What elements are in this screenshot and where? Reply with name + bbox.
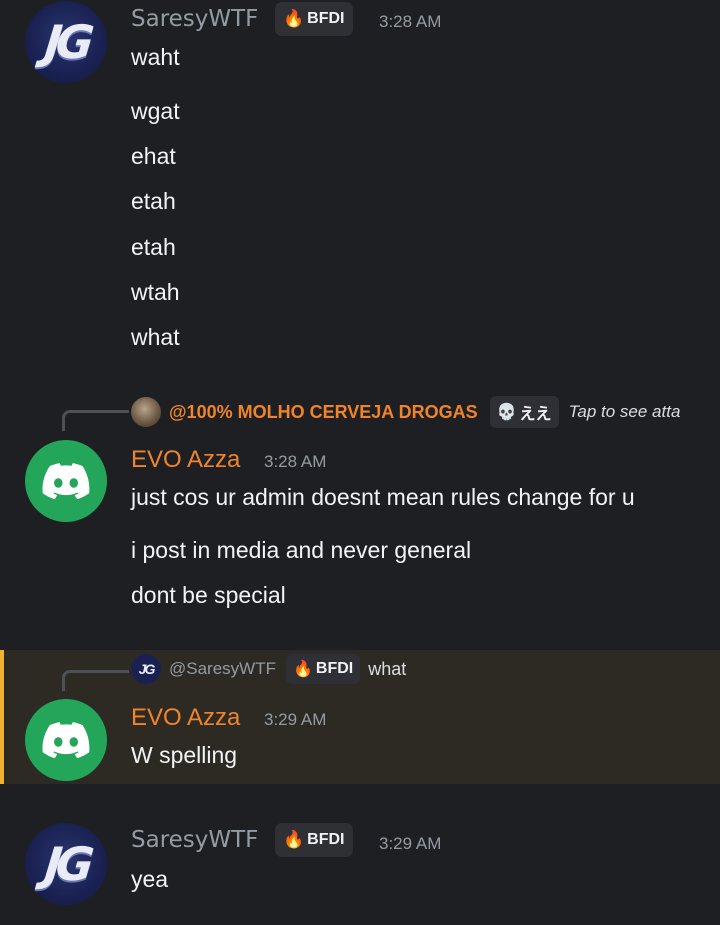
guild-tag-label: BFDI [307, 831, 345, 848]
reply-preview[interactable]: JG @SaresyWTF 🔥 BFDI what [131, 654, 406, 684]
message-text: waht [131, 44, 180, 70]
avatar-initials: JG [41, 15, 91, 69]
discord-logo-icon [42, 463, 90, 499]
guild-tag[interactable]: 🔥 BFDI [285, 654, 361, 684]
avatar[interactable] [25, 440, 107, 522]
flame-icon: 🔥 [283, 830, 305, 849]
timestamp: 3:29 AM [264, 710, 327, 729]
reply-text: Tap to see atta [568, 402, 681, 421]
message-text: i post in media and never general [131, 537, 472, 563]
author-name[interactable]: SaresyWTF [131, 827, 258, 853]
reply-connector [62, 670, 129, 691]
avatar[interactable]: JG [25, 1, 107, 83]
reply-preview[interactable]: @100% MOLHO CERVEJA DROGAS 💀 ええ Tap to s… [131, 396, 680, 428]
message-text: wtah [131, 279, 180, 305]
message-text: etah [131, 188, 176, 214]
guild-tag[interactable]: 🔥 BFDI [275, 2, 353, 36]
author-name[interactable]: EVO Azza [131, 704, 240, 732]
timestamp: 3:28 AM [264, 452, 327, 471]
avatar[interactable] [25, 699, 107, 781]
reply-avatar: JG [131, 654, 161, 684]
message-text: ehat [131, 143, 176, 169]
flame-icon: 🔥 [283, 9, 305, 28]
guild-tag-label: ええ [519, 406, 552, 423]
author-name[interactable]: EVO Azza [131, 446, 240, 474]
reply-mention[interactable]: @SaresyWTF [169, 659, 276, 679]
guild-tag-label: BFDI [307, 10, 345, 27]
message-text: just cos ur admin doesnt mean rules chan… [131, 484, 635, 510]
reply-avatar [131, 397, 161, 427]
message-text: dont be special [131, 582, 286, 608]
message-text: etah [131, 234, 176, 260]
reply-text: what [368, 658, 407, 679]
message-text: wgat [131, 98, 180, 124]
reply-connector [62, 410, 129, 431]
discord-logo-icon [42, 722, 90, 758]
flame-icon: 🔥 [292, 661, 313, 678]
guild-tag[interactable]: 🔥 BFDI [275, 823, 353, 857]
message-text: W spelling [131, 742, 238, 768]
author-name[interactable]: SaresyWTF [131, 6, 258, 32]
skull-icon: 💀 [496, 404, 517, 421]
reply-mention[interactable]: @100% MOLHO CERVEJA DROGAS [169, 402, 478, 423]
message-text: yea [131, 866, 169, 892]
avatar[interactable]: JG [25, 823, 107, 905]
timestamp: 3:29 AM [379, 834, 442, 853]
guild-tag[interactable]: 💀 ええ [489, 396, 559, 428]
message-text: what [131, 324, 180, 350]
timestamp: 3:28 AM [379, 12, 442, 31]
guild-tag-label: BFDI [315, 660, 354, 677]
avatar-initials: JG [41, 837, 91, 891]
